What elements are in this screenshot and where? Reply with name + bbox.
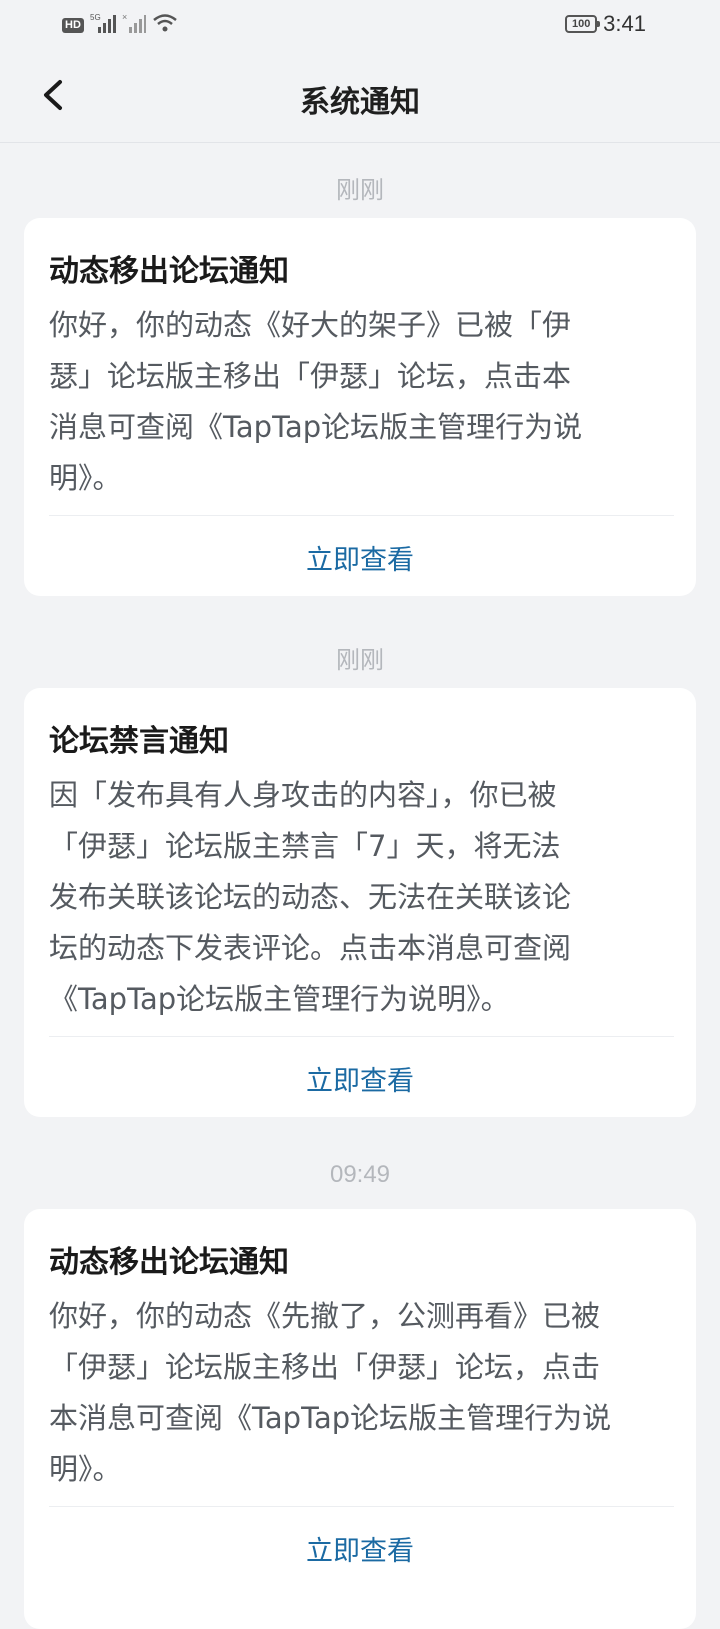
timestamp-label: 刚刚 (336, 177, 384, 204)
body-line: 消息可查阅《TapTap论坛版主管理行为说 (49, 410, 583, 444)
view-now-button[interactable]: 立即查看 (24, 1059, 696, 1098)
body-line: 因「发布具有人身攻击的内容」，你已被 (49, 778, 557, 812)
body-line: 明》。 (49, 1452, 122, 1486)
body-line: 瑟」论坛版主移出「伊瑟」论坛，点击本 (49, 359, 572, 393)
svg-text:×: × (122, 12, 127, 22)
body-line: 你好，你的动态《先撤了，公测再看》已被 (49, 1299, 601, 1333)
notification-card[interactable]: 论坛禁言通知 因「发布具有人身攻击的内容」，你已被 「伊瑟」论坛版主禁言「7」天… (24, 688, 696, 1117)
battery-icon: 100 (565, 15, 601, 33)
hd-voice-icon: HD (62, 17, 84, 33)
body-line: 发布关联该论坛的动态、无法在关联该论 (49, 880, 572, 914)
status-bar: HD 5G × 100 3:41 (0, 0, 720, 50)
card-divider (49, 1506, 674, 1507)
timestamp-label: 刚刚 (336, 647, 384, 674)
card-divider (49, 515, 674, 516)
notification-title: 论坛禁言通知 (49, 724, 229, 759)
notification-card[interactable]: 动态移出论坛通知 你好，你的动态《先撤了，公测再看》已被 「伊瑟」论坛版主移出「… (24, 1209, 696, 1629)
timestamp-label: 09:49 (329, 1161, 391, 1188)
card-divider (49, 1036, 674, 1037)
wifi-icon (152, 12, 178, 38)
notification-card[interactable]: 动态移出论坛通知 你好，你的动态《好大的架子》已被「伊 瑟」论坛版主移出「伊瑟」… (24, 218, 696, 596)
view-now-button[interactable]: 立即查看 (24, 538, 696, 577)
page-title: 系统通知 (300, 85, 420, 120)
notification-body: 你好，你的动态《好大的架子》已被「伊 瑟」论坛版主移出「伊瑟」论坛，点击本 消息… (49, 300, 649, 504)
body-line: 《TapTap论坛版主管理行为说明》。 (49, 982, 510, 1016)
notification-body: 你好，你的动态《先撤了，公测再看》已被 「伊瑟」论坛版主移出「伊瑟」论坛，点击 … (49, 1291, 689, 1495)
body-line: 你好，你的动态《好大的架子》已被「伊 (49, 308, 572, 342)
notification-body: 因「发布具有人身攻击的内容」，你已被 「伊瑟」论坛版主禁言「7」天，将无法 发布… (49, 770, 649, 1025)
body-line: 明》。 (49, 461, 122, 495)
notification-title: 动态移出论坛通知 (49, 254, 289, 289)
body-line: 「伊瑟」论坛版主禁言「7」天，将无法 (49, 829, 561, 863)
no-signal-icon: × (122, 12, 146, 38)
cellular-signal-icon: 5G (90, 12, 116, 38)
view-now-button[interactable]: 立即查看 (24, 1529, 696, 1568)
body-line: 坛的动态下发表评论。点击本消息可查阅 (49, 931, 572, 965)
svg-text:5G: 5G (90, 13, 101, 22)
status-time: 3:41 (603, 11, 646, 36)
body-line: 本消息可查阅《TapTap论坛版主管理行为说 (49, 1401, 612, 1435)
body-line: 「伊瑟」论坛版主移出「伊瑟」论坛，点击 (49, 1350, 601, 1384)
notification-title: 动态移出论坛通知 (49, 1245, 289, 1280)
app-header: 系统通知 (0, 50, 720, 143)
